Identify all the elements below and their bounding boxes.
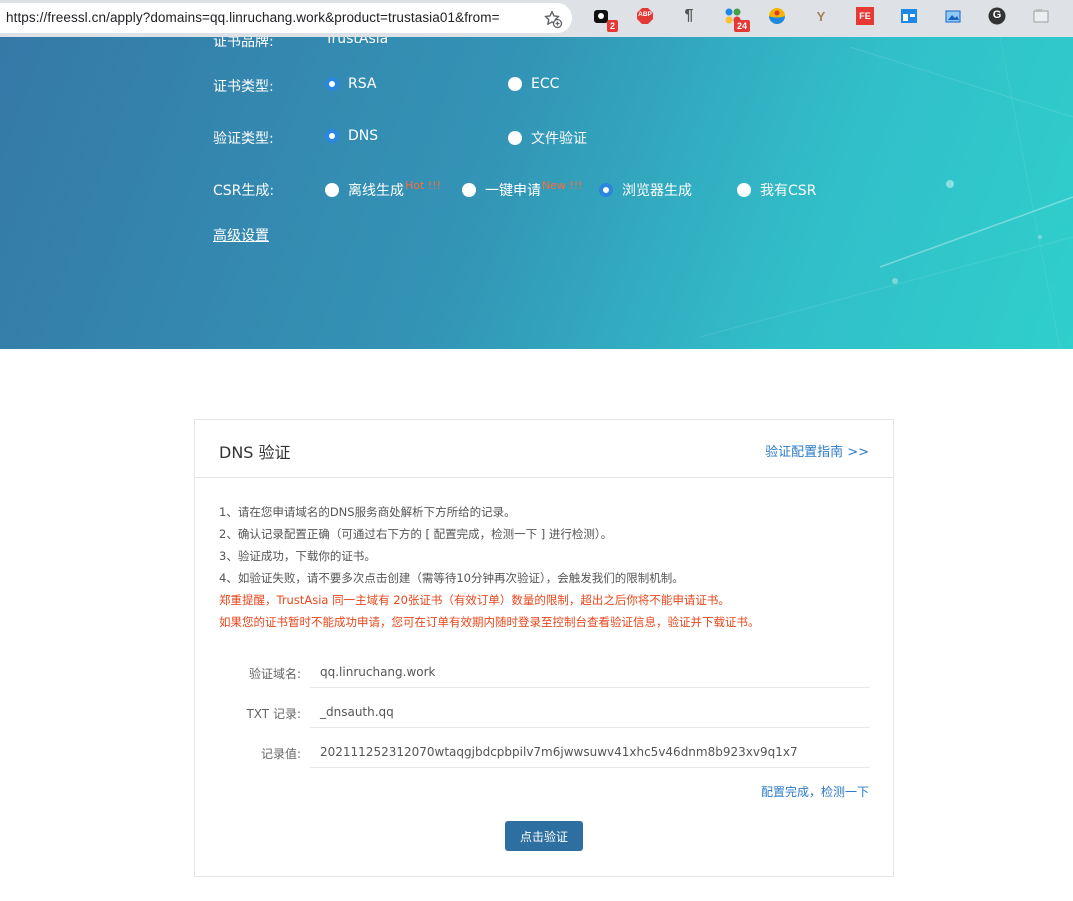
radio-checked-icon[interactable] [325, 77, 339, 91]
y-logo-label: Y [816, 8, 826, 24]
advanced-settings-link[interactable]: 高级设置 [213, 225, 269, 245]
divider [310, 687, 870, 688]
g-label: G [992, 9, 1002, 21]
domain-field-label: 验证域名: [248, 667, 301, 681]
radio-checked-icon[interactable] [599, 183, 613, 197]
panel-header: DNS 验证 验证配置指南 >> [195, 420, 893, 478]
record-value-text: 202111252312070wtaqgjbdcpbpilv7m6jwwsuwv… [320, 745, 798, 759]
grid-apps-badge: 24 [733, 20, 750, 32]
adblock-icon[interactable]: ABP [636, 7, 654, 25]
csr-browser-radio[interactable]: 浏览器生成 [599, 180, 692, 200]
fe-icon[interactable]: FE [856, 7, 874, 25]
pocket-icon[interactable]: 2 [592, 7, 618, 32]
radio-checked-icon[interactable] [325, 129, 339, 143]
hot-tag: Hot !!! [405, 178, 442, 192]
grid-apps-icon[interactable]: 24 [724, 7, 750, 32]
option-label: RSA [348, 76, 377, 92]
radio-unchecked-icon[interactable] [737, 183, 751, 197]
option-label: 文件验证 [531, 131, 587, 147]
certificate-options-banner: 证书品牌: TrustAsia 证书类型: RSA ECC 验证类型: DNS … [0, 37, 1073, 349]
globe-icon[interactable] [768, 7, 786, 25]
dns-verification-panel: DNS 验证 验证配置指南 >> 1、请在您申请域名的DNS服务商处解析下方所给… [194, 419, 894, 877]
radio-unchecked-icon[interactable] [325, 183, 339, 197]
option-label: ECC [531, 76, 560, 92]
radio-unchecked-icon[interactable] [508, 131, 522, 145]
verify-button[interactable]: 点击验证 [505, 821, 583, 851]
brand-label: 证书品牌: [213, 37, 274, 50]
radio-unchecked-icon[interactable] [508, 77, 522, 91]
instruction-4: 4、如验证失败，请不要多次点击创建（需等待10分钟再次验证），会触发我们的限制机… [219, 571, 684, 585]
bookmark-star-icon[interactable] [543, 9, 563, 29]
option-label: DNS [348, 128, 379, 144]
instruction-2: 2、确认记录配置正确（可通过右下方的 [ 配置完成，检测一下 ] 进行检测）。 [219, 527, 613, 541]
divider [310, 767, 870, 768]
csr-own-radio[interactable]: 我有CSR [737, 180, 816, 200]
divider [310, 727, 870, 728]
address-bar[interactable]: https://freessl.cn/apply?domains=qq.linr… [0, 3, 572, 33]
y-logo-icon[interactable]: Y [812, 7, 830, 25]
paragraph-label: ¶ [684, 7, 694, 24]
option-label: 离线生成 [348, 183, 404, 199]
csr-one-click-radio[interactable]: 一键申请 New !!! [462, 178, 583, 200]
cert-type-label: 证书类型: [213, 79, 274, 95]
brand-value: TrustAsia [325, 37, 389, 47]
verify-type-dns-radio[interactable]: DNS [325, 128, 378, 144]
option-label: 我有CSR [760, 183, 817, 199]
new-tag: New !!! [542, 178, 583, 192]
config-done-check-link[interactable]: 配置完成，检测一下 [761, 783, 869, 800]
cert-type-rsa-radio[interactable]: RSA [325, 76, 376, 92]
txt-record-value: _dnsauth.qq [320, 705, 394, 719]
cert-type-ecc-radio[interactable]: ECC [508, 76, 559, 92]
folder-icon[interactable] [1032, 7, 1050, 25]
fe-label: FE [859, 11, 871, 21]
pocket-badge: 2 [606, 20, 618, 32]
record-value-label: 记录值: [260, 747, 301, 761]
option-label: 浏览器生成 [622, 183, 692, 199]
warning-limit: 郑重提醒，TrustAsia 同一主域有 20张证书（有效订单）数量的限制，超出… [219, 593, 730, 607]
verify-type-file-radio[interactable]: 文件验证 [508, 128, 587, 148]
adblock-label: ABP [638, 11, 652, 18]
window-icon[interactable] [900, 7, 918, 25]
radio-unchecked-icon[interactable] [462, 183, 476, 197]
txt-record-label: TXT 记录: [246, 707, 301, 721]
panel-title: DNS 验证 [219, 443, 291, 462]
instruction-3: 3、验证成功，下载你的证书。 [219, 549, 376, 563]
option-label: 一键申请 [485, 183, 541, 199]
g-icon[interactable]: G [988, 7, 1006, 25]
verify-type-label: 验证类型: [213, 131, 274, 147]
csr-offline-radio[interactable]: 离线生成 Hot !!! [325, 178, 442, 200]
screenshot-icon[interactable] [944, 7, 962, 25]
domain-field-value: qq.linruchang.work [320, 665, 436, 679]
instruction-1: 1、请在您申请域名的DNS服务商处解析下方所给的记录。 [219, 505, 516, 519]
warning-console: 如果您的证书暂时不能成功申请，您可在订单有效期内随时登录至控制台查看验证信息，验… [219, 615, 760, 629]
csr-label: CSR生成: [213, 183, 275, 199]
paragraph-icon[interactable]: ¶ [680, 7, 698, 25]
config-guide-link[interactable]: 验证配置指南 >> [765, 441, 869, 460]
url-text[interactable]: https://freessl.cn/apply?domains=qq.linr… [6, 10, 500, 25]
browser-toolbar: https://freessl.cn/apply?domains=qq.linr… [0, 0, 1073, 38]
